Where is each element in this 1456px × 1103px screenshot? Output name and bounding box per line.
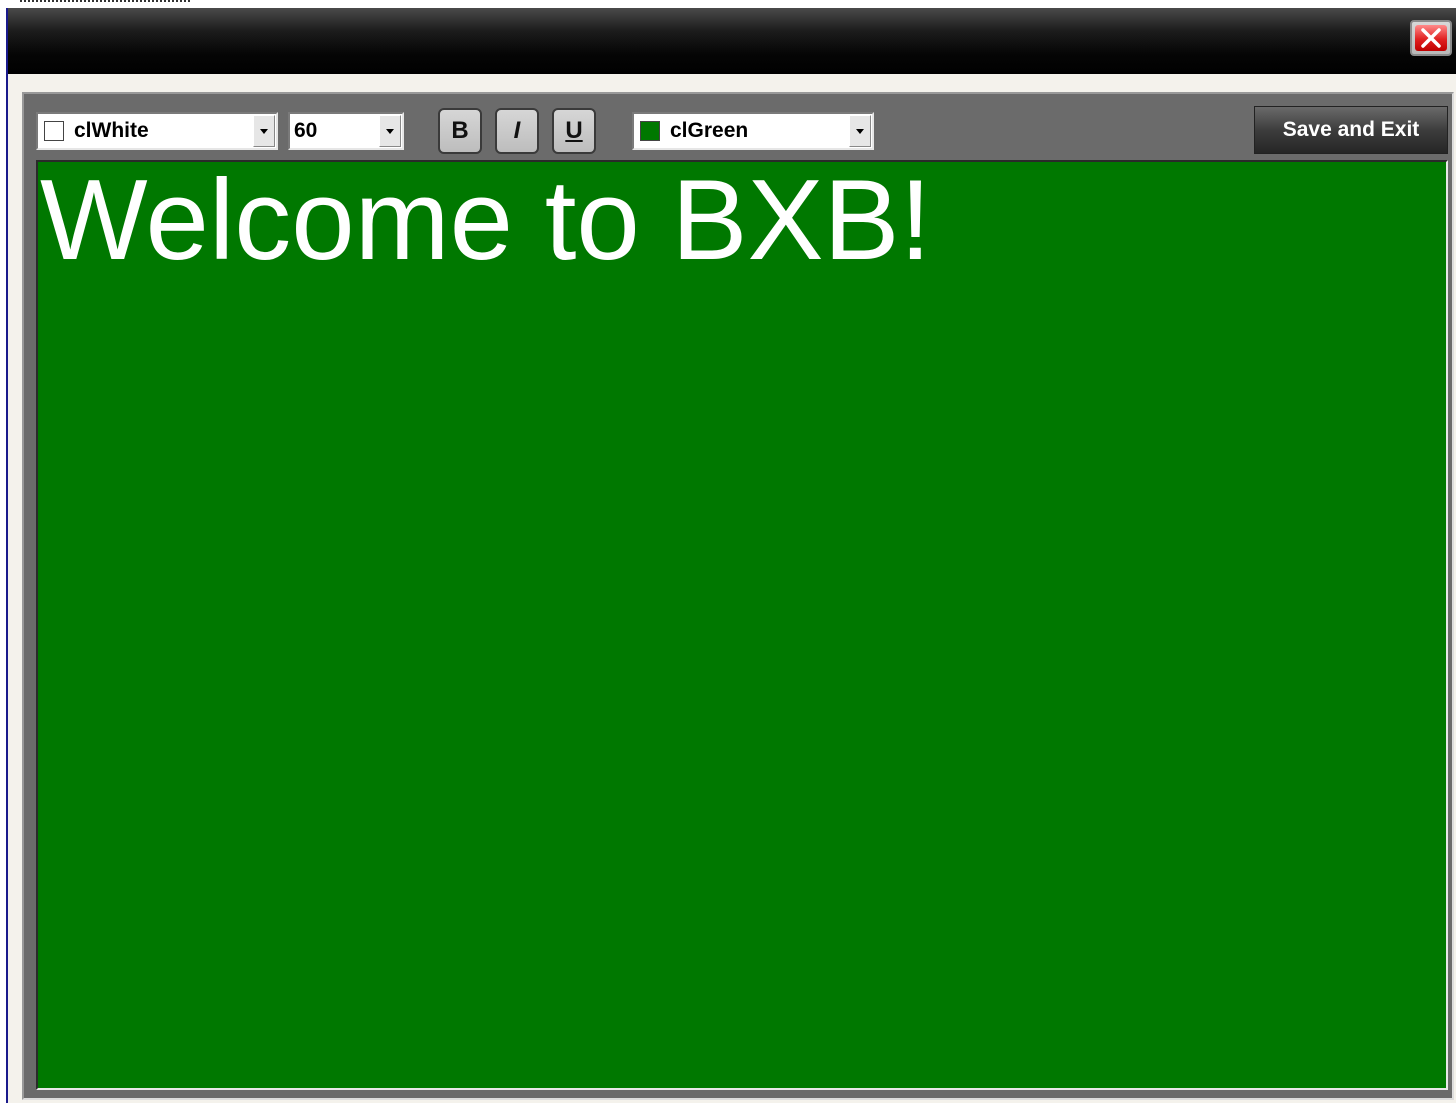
background-color-select[interactable]: clGreen: [632, 112, 874, 150]
underline-button[interactable]: U: [552, 108, 596, 154]
bold-button[interactable]: B: [438, 108, 482, 154]
italic-button[interactable]: I: [495, 108, 539, 154]
background-color-value: clGreen: [670, 119, 749, 142]
desktop-top-mark: [20, 0, 190, 8]
rich-text-area[interactable]: Welcome to BXB!: [36, 160, 1448, 1090]
editor-text: Welcome to BXB!: [40, 160, 932, 284]
editor-window: clWhite 60 B I U clGreen Save and Exit W…: [8, 8, 1456, 1103]
background-color-swatch: [640, 121, 660, 141]
close-x-icon: [1415, 25, 1447, 51]
title-bar[interactable]: [8, 8, 1456, 74]
font-size-select[interactable]: 60: [288, 112, 404, 150]
save-and-exit-button[interactable]: Save and Exit: [1254, 106, 1448, 154]
editor-panel: clWhite 60 B I U clGreen Save and Exit W…: [22, 92, 1454, 1100]
chevron-down-icon[interactable]: [849, 115, 871, 147]
screen: clWhite 60 B I U clGreen Save and Exit W…: [0, 0, 1456, 1103]
font-size-value: 60: [294, 119, 318, 142]
font-color-swatch: [44, 121, 64, 141]
font-color-value: clWhite: [74, 119, 149, 142]
font-color-select[interactable]: clWhite: [36, 112, 278, 150]
close-button[interactable]: [1410, 20, 1452, 56]
chevron-down-icon[interactable]: [253, 115, 275, 147]
chevron-down-icon[interactable]: [379, 115, 401, 147]
